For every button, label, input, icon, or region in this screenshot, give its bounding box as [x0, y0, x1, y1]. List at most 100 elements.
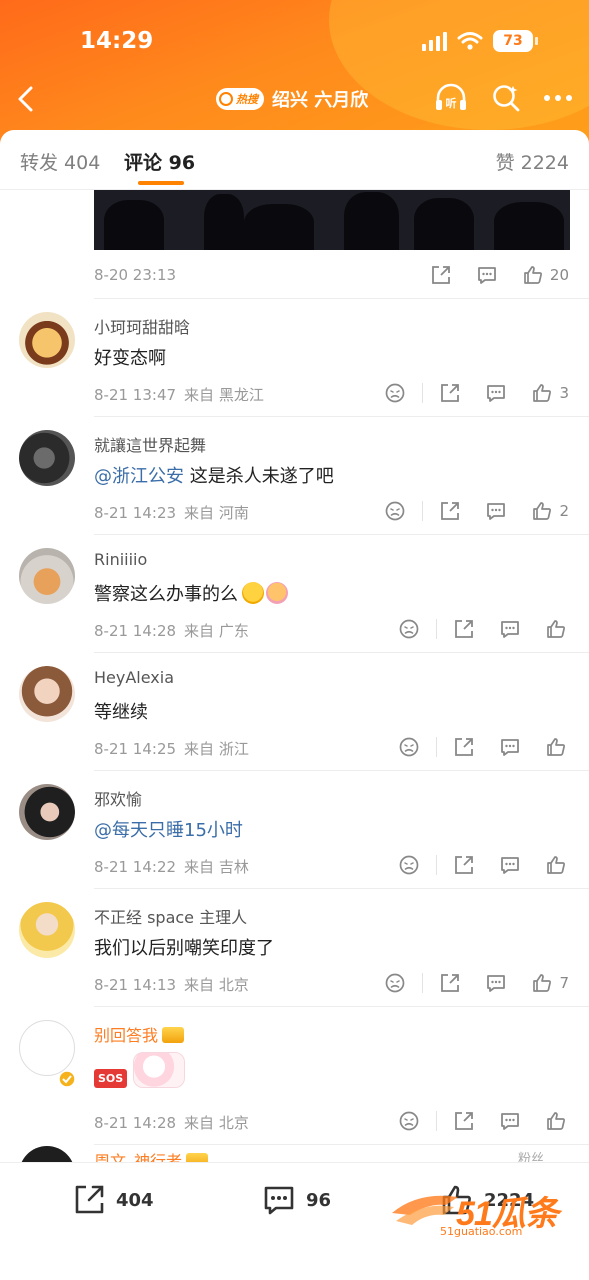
- comment-author[interactable]: 不正经 space 主理人: [94, 904, 247, 928]
- comment-icon: [487, 975, 506, 992]
- comment-author[interactable]: Riniiiio: [94, 550, 147, 569]
- battery-indicator: 73: [493, 30, 538, 52]
- comment-author[interactable]: 邪欢愉: [94, 786, 142, 810]
- comment-author[interactable]: 小珂珂甜甜晗: [94, 314, 190, 338]
- comment-text: 我们以后别嘲笑印度了: [94, 934, 274, 960]
- reply-button[interactable]: [485, 382, 507, 404]
- reply-button[interactable]: [499, 736, 521, 758]
- comment-text: 好变态啊: [94, 344, 166, 370]
- reply-button[interactable]: [499, 618, 521, 640]
- avatar[interactable]: [19, 430, 75, 486]
- like-button[interactable]: 7: [531, 972, 569, 994]
- dislike-button[interactable]: [398, 854, 420, 876]
- like-button[interactable]: [545, 618, 567, 640]
- action-separator: [436, 619, 437, 639]
- dislike-button[interactable]: [384, 382, 406, 404]
- dislike-button[interactable]: [398, 736, 420, 758]
- listen-icon[interactable]: 听: [433, 82, 469, 114]
- comment-icon: [501, 1113, 519, 1130]
- avatar[interactable]: [19, 666, 75, 722]
- thumbs-up-icon: [547, 620, 565, 638]
- emoji-icon: [242, 582, 264, 604]
- comment-icon: [501, 857, 519, 874]
- comment-author[interactable]: 别回答我: [94, 1022, 185, 1046]
- reply-button[interactable]: [476, 264, 498, 286]
- comment-text: 警察这么办事的么: [94, 580, 288, 606]
- avatar[interactable]: [19, 902, 75, 958]
- comment-author[interactable]: 就讓這世界起舞: [94, 432, 206, 456]
- share-button[interactable]: [439, 500, 461, 522]
- comment-body: 好变态啊: [94, 348, 166, 369]
- like-button[interactable]: 3: [531, 382, 569, 404]
- comment-image[interactable]: [94, 190, 570, 250]
- like-button[interactable]: [545, 854, 567, 876]
- share-button[interactable]: [453, 854, 475, 876]
- avatar[interactable]: [19, 312, 75, 368]
- share-button[interactable]: [453, 618, 475, 640]
- row-divider: [94, 888, 589, 889]
- active-tab-indicator: [138, 181, 184, 185]
- comment-actions: [398, 736, 567, 758]
- author-name: 小珂珂甜甜晗: [94, 318, 191, 337]
- comment-location: 来自 浙江: [184, 740, 249, 758]
- comment-body: 我们以后别嘲笑印度了: [94, 938, 274, 959]
- comment-text: 等继续: [94, 698, 148, 724]
- like-button[interactable]: [545, 736, 567, 758]
- reply-button[interactable]: [485, 972, 507, 994]
- comment-meta: 8-20 23:13: [94, 266, 176, 284]
- dislike-button[interactable]: [384, 972, 406, 994]
- back-icon[interactable]: [12, 84, 42, 114]
- tab-likes[interactable]: 赞 2224: [496, 148, 569, 175]
- avatar[interactable]: [19, 1020, 75, 1076]
- bottom-repost-button[interactable]: 404: [72, 1183, 154, 1217]
- dislike-button[interactable]: [384, 500, 406, 522]
- tab-comments[interactable]: 评论 96: [124, 148, 195, 175]
- avatar[interactable]: [19, 784, 75, 840]
- nav-actions: 听: [433, 82, 573, 114]
- like-button[interactable]: 2: [531, 500, 569, 522]
- like-button[interactable]: 20: [522, 264, 569, 286]
- comment-time: 8-20 23:13: [94, 266, 177, 284]
- comment-time: 8-21 14:25: [94, 739, 177, 758]
- dislike-button[interactable]: [398, 618, 420, 640]
- reply-button[interactable]: [499, 1110, 521, 1132]
- dislike-face-icon: [386, 501, 405, 521]
- thumbs-up-icon: [533, 502, 552, 520]
- avatar[interactable]: [19, 548, 75, 604]
- comment-meta: 8-21 14:25 来自 浙江: [94, 738, 249, 759]
- more-icon[interactable]: [543, 93, 573, 103]
- share-button[interactable]: [439, 382, 461, 404]
- share-button[interactable]: [453, 1110, 475, 1132]
- comment-actions: [398, 854, 567, 876]
- author-name: 不正经 space 主理人: [94, 908, 248, 927]
- comment-actions: [398, 618, 567, 640]
- comment-time: 8-21 14:22: [94, 857, 177, 876]
- tab-repost[interactable]: 转发 404: [20, 148, 100, 175]
- comment-location: 来自 黑龙江: [184, 386, 264, 404]
- topic-title[interactable]: 热搜 绍兴 六月欣: [216, 86, 368, 112]
- comment-author[interactable]: HeyAlexia: [94, 668, 174, 687]
- crown-badge-icon: [162, 1027, 185, 1043]
- mention-link[interactable]: @每天只睡15小时: [94, 820, 243, 841]
- bottom-comment-button[interactable]: 96: [262, 1183, 331, 1217]
- thumbs-up-icon: [547, 856, 565, 874]
- share-icon: [441, 502, 460, 520]
- like-button[interactable]: [545, 1110, 567, 1132]
- share-icon: [455, 738, 473, 756]
- mention-link[interactable]: @浙江公安: [94, 466, 184, 487]
- search-icon[interactable]: [491, 83, 521, 113]
- share-button[interactable]: [453, 736, 475, 758]
- comment-body: 这是杀人未遂了吧: [184, 466, 334, 487]
- reply-button[interactable]: [499, 854, 521, 876]
- comment-meta: 8-21 14:23 来自 河南: [94, 502, 249, 523]
- dislike-button[interactable]: [398, 1110, 420, 1132]
- reply-button[interactable]: [485, 500, 507, 522]
- share-button[interactable]: [439, 972, 461, 994]
- dislike-face-icon: [399, 1111, 419, 1131]
- comment-time: 8-21 14:13: [94, 975, 177, 994]
- verified-badge-icon: [58, 1070, 76, 1088]
- comment-text: @浙江公安 这是杀人未遂了吧: [94, 462, 334, 488]
- comment-meta: 8-21 14:28 来自 广东: [94, 620, 249, 641]
- dislike-face-icon: [386, 383, 405, 403]
- share-button[interactable]: [430, 264, 452, 286]
